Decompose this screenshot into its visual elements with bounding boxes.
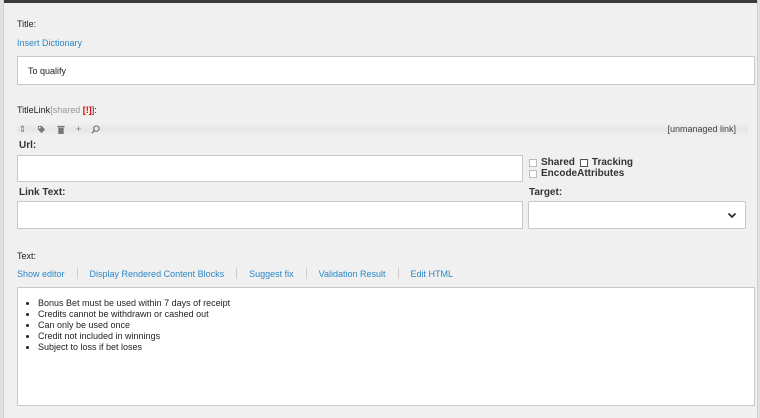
display-rendered-content-blocks-link[interactable]: Display Rendered Content Blocks [90,269,225,279]
plus-icon[interactable]: + [73,123,84,136]
titlelink-label: TitleLink[shared [!]]: [17,105,97,115]
tab-divider [76,268,78,279]
shared-warning-link[interactable]: [!] [83,105,92,115]
target-label: Target: [529,187,563,198]
tracking-checkbox-label: Tracking [591,157,634,168]
tab-divider [305,268,307,279]
chevron-down-icon [727,212,737,219]
left-edge [0,0,4,418]
list-item: Subject to loss if bet loses [38,342,230,353]
text-label: Text: [17,251,37,261]
trash-icon[interactable] [55,123,66,136]
search-icon[interactable] [90,123,101,136]
link-text-input[interactable] [17,201,523,229]
title-input[interactable]: To qualify [17,56,755,85]
tag-icon[interactable] [36,123,47,136]
encode-checkbox-row: EncodeAttributes [529,168,624,179]
text-field-tabs: Show editor Display Rendered Content Blo… [17,268,453,279]
shared-checkbox[interactable] [529,158,537,167]
sort-icon[interactable]: ⇕ [17,123,28,136]
titlelink-label-text: TitleLink [17,105,51,115]
url-input[interactable] [17,155,523,182]
encode-attributes-label: EncodeAttributes [541,168,625,179]
list-item: Credits cannot be withdrawn or cashed ou… [38,309,230,320]
shared-checkbox-row: Shared Tracking [529,157,633,168]
url-label: Url: [19,140,37,151]
tracking-checkbox[interactable] [579,158,588,167]
list-item: Bonus Bet must be used within 7 days of … [38,298,230,309]
link-toolbar: ⇕ + [unmanaged link] [17,123,748,136]
bullet-list: Bonus Bet must be used within 7 days of … [26,298,230,353]
show-editor-link[interactable]: Show editor [17,269,65,279]
validation-result-link[interactable]: Validation Result [319,269,386,279]
link-text-label: Link Text: [19,187,66,198]
list-item: Credit not included in winnings [38,331,230,342]
insert-dictionary-link[interactable]: Insert Dictionary [17,38,82,48]
target-select[interactable] [528,201,746,229]
suggest-fix-link[interactable]: Suggest fix [249,269,294,279]
title-label: Title: [17,19,37,29]
list-item: Can only be used once [38,320,230,331]
tab-divider [236,268,238,279]
tab-divider [397,268,399,279]
unmanaged-link-label: [unmanaged link] [667,124,736,134]
shared-prefix: [shared [50,105,83,115]
edit-html-link[interactable]: Edit HTML [411,269,454,279]
shared-suffix: ]: [91,105,97,115]
top-bar [0,0,760,3]
shared-checkbox-label: Shared [541,157,575,168]
encode-attributes-checkbox[interactable] [529,169,537,178]
title-input-value: To qualify [28,65,67,76]
